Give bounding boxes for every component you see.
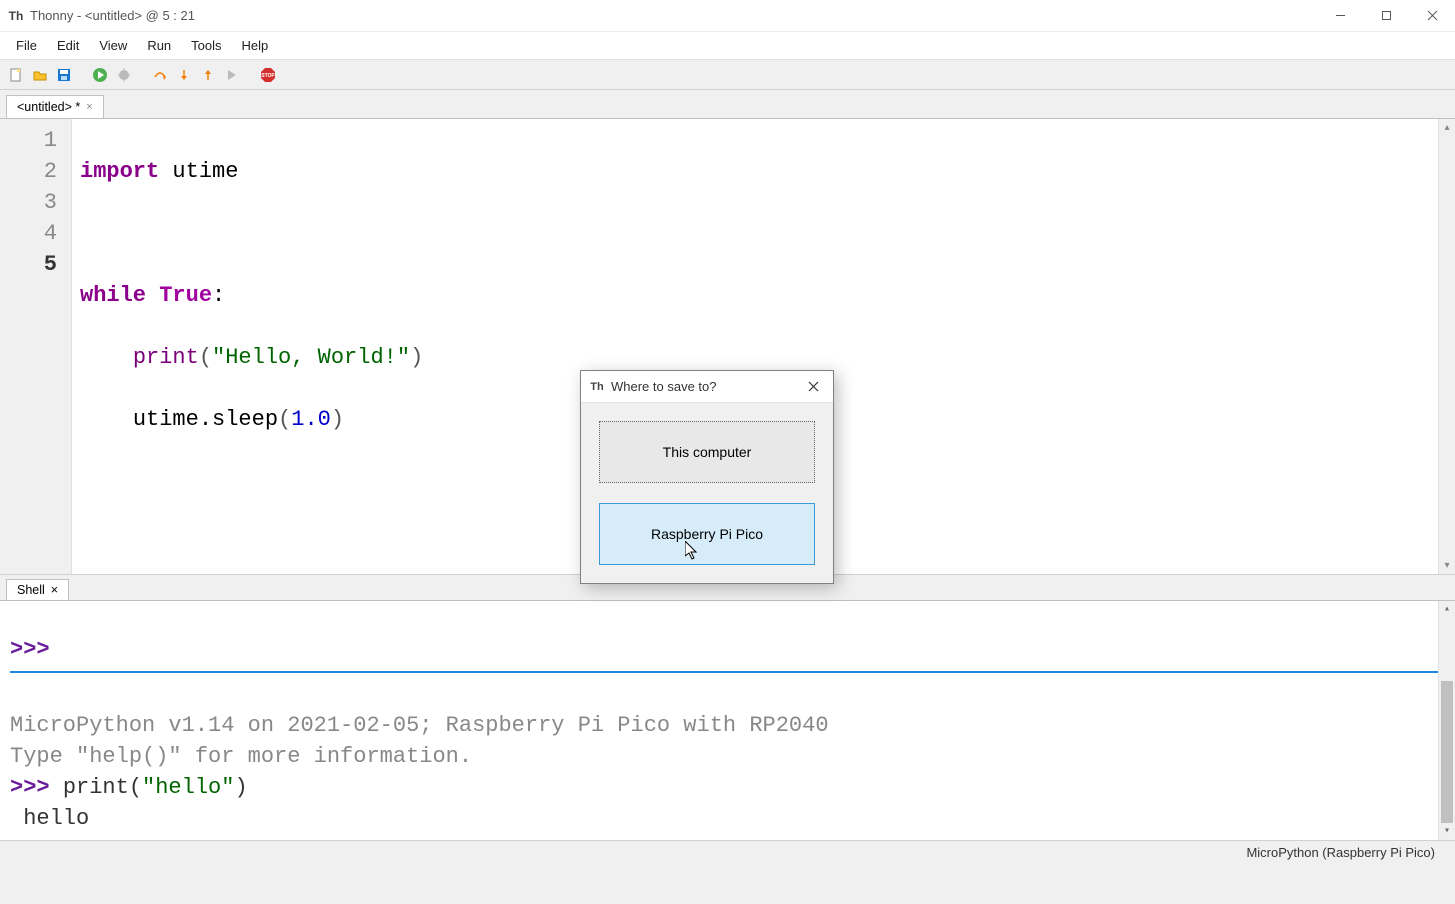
- shell-text: print: [63, 775, 129, 800]
- code-text: ): [331, 407, 344, 432]
- close-tab-icon[interactable]: ×: [86, 101, 92, 113]
- code-number: 1.0: [291, 407, 331, 432]
- code-text: [80, 407, 133, 432]
- app-icon: Th: [8, 8, 24, 24]
- code-text: (: [199, 345, 212, 370]
- code-text: [80, 345, 133, 370]
- code-text: ): [410, 345, 423, 370]
- code-builtin: print: [133, 345, 199, 370]
- save-location-dialog: Th Where to save to? This computer Raspb…: [580, 370, 834, 584]
- scroll-up-icon[interactable]: ▴: [1439, 119, 1455, 136]
- shell-text: ): [234, 775, 247, 800]
- shell-string: "hello": [142, 775, 234, 800]
- scroll-up-icon[interactable]: ▴: [1439, 601, 1455, 618]
- menubar: File Edit View Run Tools Help: [0, 32, 1455, 60]
- close-tab-icon[interactable]: ×: [51, 583, 58, 597]
- menu-run[interactable]: Run: [137, 34, 181, 57]
- button-label: This computer: [663, 444, 752, 460]
- dialog-titlebar: Th Where to save to?: [581, 371, 833, 403]
- stop-icon[interactable]: STOP: [258, 65, 278, 85]
- new-file-icon[interactable]: [6, 65, 26, 85]
- editor-tab-label: <untitled> *: [17, 100, 80, 114]
- svg-text:STOP: STOP: [261, 73, 275, 79]
- step-over-icon[interactable]: [150, 65, 170, 85]
- statusbar: MicroPython (Raspberry Pi Pico): [0, 840, 1455, 864]
- step-into-icon[interactable]: [174, 65, 194, 85]
- shell-prompt: >>>: [10, 837, 63, 840]
- editor-tabbar: <untitled> * ×: [0, 90, 1455, 118]
- menu-edit[interactable]: Edit: [47, 34, 89, 57]
- maximize-button[interactable]: [1363, 0, 1409, 32]
- menu-tools[interactable]: Tools: [181, 34, 231, 57]
- open-file-icon[interactable]: [30, 65, 50, 85]
- toolbar: STOP: [0, 60, 1455, 90]
- code-text: utime.sleep: [133, 407, 278, 432]
- shell-tab-label: Shell: [17, 583, 45, 597]
- interpreter-status[interactable]: MicroPython (Raspberry Pi Pico): [1246, 845, 1435, 860]
- scrollbar-thumb[interactable]: [1441, 681, 1453, 823]
- code-keyword: import: [80, 159, 159, 184]
- window-title: Thonny - <untitled> @ 5 : 21: [30, 8, 195, 23]
- save-this-computer-button[interactable]: This computer: [599, 421, 815, 483]
- shell-output: hello: [10, 806, 89, 831]
- code-text: :: [212, 283, 225, 308]
- step-out-icon[interactable]: [198, 65, 218, 85]
- shell-separator: [10, 671, 1445, 673]
- dialog-title: Where to save to?: [611, 379, 793, 394]
- shell-scrollbar[interactable]: ▴ ▾: [1438, 601, 1455, 840]
- scroll-down-icon[interactable]: ▾: [1439, 823, 1455, 840]
- line-gutter: 1 2 3 4 5: [0, 119, 72, 574]
- line-number: 5: [0, 249, 71, 280]
- close-button[interactable]: [1409, 0, 1455, 32]
- code-text: (: [278, 407, 291, 432]
- scroll-down-icon[interactable]: ▾: [1439, 557, 1455, 574]
- menu-view[interactable]: View: [89, 34, 137, 57]
- line-number: 2: [0, 156, 71, 187]
- debug-icon[interactable]: [114, 65, 134, 85]
- save-raspberry-pi-pico-button[interactable]: Raspberry Pi Pico: [599, 503, 815, 565]
- shell-text: (: [129, 775, 142, 800]
- minimize-button[interactable]: [1317, 0, 1363, 32]
- menu-file[interactable]: File: [6, 34, 47, 57]
- editor-tab[interactable]: <untitled> * ×: [6, 95, 104, 118]
- editor-scrollbar[interactable]: ▴ ▾: [1438, 119, 1455, 574]
- code-keyword: True: [146, 283, 212, 308]
- dialog-icon: Th: [589, 379, 605, 395]
- resume-icon[interactable]: [222, 65, 242, 85]
- shell-tab[interactable]: Shell ×: [6, 579, 69, 600]
- shell-prompt: >>>: [10, 637, 63, 662]
- dialog-body: This computer Raspberry Pi Pico: [581, 403, 833, 583]
- shell-banner: Type "help()" for more information.: [10, 744, 472, 769]
- code-keyword: while: [80, 283, 146, 308]
- line-number: 4: [0, 218, 71, 249]
- line-number: 3: [0, 187, 71, 218]
- code-string: "Hello, World!": [212, 345, 410, 370]
- window-titlebar: Th Thonny - <untitled> @ 5 : 21: [0, 0, 1455, 32]
- line-number: 1: [0, 125, 71, 156]
- button-label: Raspberry Pi Pico: [651, 526, 763, 542]
- dialog-close-button[interactable]: [793, 371, 833, 403]
- run-icon[interactable]: [90, 65, 110, 85]
- shell-prompt: >>>: [10, 775, 63, 800]
- shell-banner: MicroPython v1.14 on 2021-02-05; Raspber…: [10, 713, 829, 738]
- code-text: utime: [159, 159, 238, 184]
- shell-area[interactable]: >>> MicroPython v1.14 on 2021-02-05; Ras…: [0, 600, 1455, 840]
- save-file-icon[interactable]: [54, 65, 74, 85]
- menu-help[interactable]: Help: [232, 34, 279, 57]
